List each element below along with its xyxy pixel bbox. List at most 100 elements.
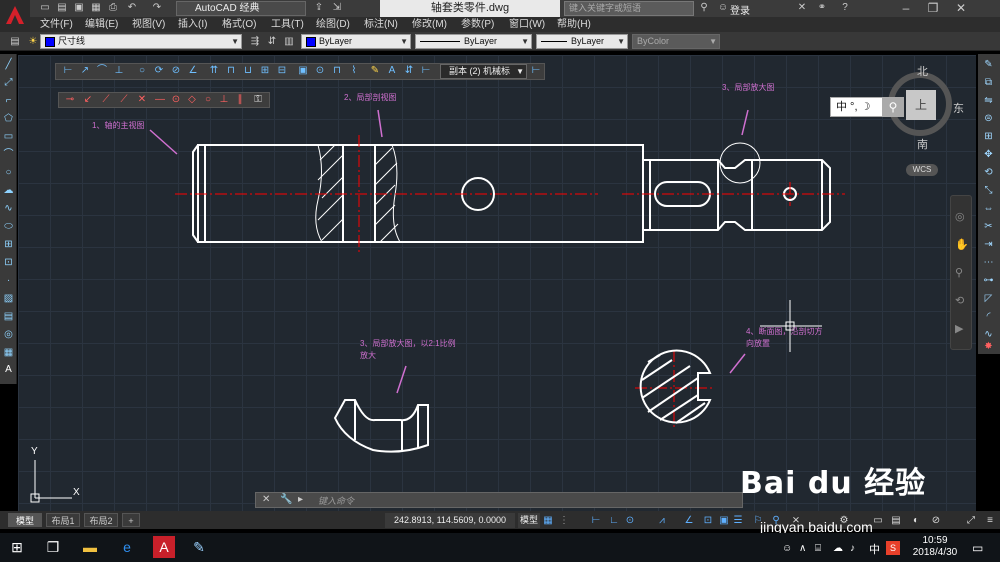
dim-space-icon[interactable]: ⊞	[259, 65, 271, 77]
showmotion-icon[interactable]: ▶	[955, 322, 967, 335]
compass-south[interactable]: 南	[917, 136, 928, 152]
pan-icon[interactable]: ✋	[955, 238, 969, 251]
file-explorer-icon[interactable]: ▬	[79, 536, 101, 558]
snap-center-icon[interactable]: ⊙	[170, 94, 182, 106]
arc-length-icon[interactable]: ⌒	[96, 65, 108, 77]
osnap-icon[interactable]: ⊡	[702, 514, 714, 527]
system-clock[interactable]: 10:59 2018/4/30	[905, 535, 965, 559]
snap-tangent-icon[interactable]: ○	[202, 94, 214, 106]
center-mark-icon[interactable]: ⊙	[314, 65, 326, 77]
dim-text-edit-icon[interactable]: A	[386, 65, 398, 77]
mtext-icon[interactable]: A	[2, 363, 15, 376]
spline-icon[interactable]: ∿	[2, 202, 15, 215]
mirror-icon[interactable]: ⇋	[982, 94, 995, 107]
quick-dim-icon[interactable]: ⇈	[208, 65, 220, 77]
customization-icon[interactable]: ≡	[984, 514, 996, 527]
notification-icon[interactable]: ▭	[972, 541, 983, 555]
tab-layout2[interactable]: 布局2	[84, 513, 118, 527]
snap-quadrant-icon[interactable]: ◇	[186, 94, 198, 106]
rotate-icon[interactable]: ⟲	[982, 166, 995, 179]
make-block-icon[interactable]: ⊡	[2, 256, 15, 269]
compass-east[interactable]: 东	[953, 100, 964, 116]
table-icon[interactable]: ▦	[2, 346, 15, 359]
snap-extension-icon[interactable]: —	[154, 94, 166, 106]
construction-line-icon[interactable]: ⤢	[2, 76, 15, 89]
lineweight-toggle-icon[interactable]: ▣	[718, 514, 730, 527]
steering-wheel-icon[interactable]: ◎	[955, 210, 967, 223]
polygon-icon[interactable]: ⬠	[2, 112, 15, 125]
extend-icon[interactable]: ⇥	[982, 238, 995, 251]
angular-dim-icon[interactable]: ∠	[187, 65, 199, 77]
snap-from-icon[interactable]: ↙	[82, 94, 94, 106]
scale-icon[interactable]: ⤡	[982, 184, 995, 197]
orbit-icon[interactable]: ⟲	[955, 294, 967, 307]
jogged-dim-icon[interactable]: ⟳	[153, 65, 165, 77]
infer-constraints-icon[interactable]: ⊢	[590, 514, 602, 527]
grid-icon[interactable]: ▦	[542, 514, 554, 527]
move-icon[interactable]: ✥	[982, 148, 995, 161]
snap-intersection-icon[interactable]: ✕	[136, 94, 148, 106]
ordinate-icon[interactable]: ⊥	[113, 65, 125, 77]
insert-block-icon[interactable]: ⊞	[2, 238, 15, 251]
wcs-menu[interactable]: WCS	[906, 164, 938, 176]
edge-browser-icon[interactable]: e	[116, 536, 138, 558]
task-view-icon[interactable]: ❐	[42, 536, 64, 558]
fillet-icon[interactable]: ◜	[982, 310, 995, 323]
viewcube-top-face[interactable]: 上	[906, 90, 936, 120]
osnap-tracking-icon[interactable]: ∠	[683, 514, 695, 527]
rectangle-icon[interactable]: ▭	[2, 130, 15, 143]
join-icon[interactable]: ⊶	[982, 274, 995, 287]
isodraft-icon[interactable]: ⩘	[656, 514, 668, 527]
close-command-icon[interactable]: ✕	[262, 494, 270, 505]
tolerance-icon[interactable]: ▣	[297, 65, 309, 77]
autocad-taskbar-icon[interactable]: A	[153, 536, 175, 558]
offset-icon[interactable]: ⊜	[982, 112, 995, 125]
line-icon[interactable]: ╱	[2, 58, 15, 71]
snap-midpoint-icon[interactable]: ⟋	[118, 94, 130, 106]
baseline-dim-icon[interactable]: ⊓	[225, 65, 237, 77]
volume-icon[interactable]: ♪	[850, 543, 855, 554]
zoom-icon[interactable]: ⚲	[955, 266, 967, 279]
windows-start-icon[interactable]: ⊞	[6, 536, 28, 558]
paint-icon[interactable]: ✎	[188, 536, 210, 558]
tab-layout1[interactable]: 布局1	[46, 513, 80, 527]
dim-style-icon[interactable]: ⊢	[420, 65, 432, 77]
model-space-button[interactable]: 模型	[518, 513, 540, 528]
polyline-icon[interactable]: ⌐	[2, 94, 15, 107]
stretch-icon[interactable]: ⇔	[982, 202, 995, 215]
tab-add[interactable]: +	[122, 513, 140, 527]
dim-update-icon[interactable]: ⇵	[403, 65, 415, 77]
ime-tray-label[interactable]: 中	[869, 541, 880, 557]
coordinate-readout[interactable]: 242.8913, 114.5609, 0.0000	[385, 513, 515, 528]
snap-endpoint-icon[interactable]: ⟋	[100, 94, 112, 106]
inspection-icon[interactable]: ⊓	[331, 65, 343, 77]
snap-settings-icon[interactable]: ⚿	[252, 94, 264, 106]
compass-north[interactable]: 北	[917, 63, 928, 79]
erase-icon[interactable]: ✎	[982, 58, 995, 71]
trim-icon[interactable]: ✂	[982, 220, 995, 233]
tray-expand-icon[interactable]: ∧	[799, 543, 806, 554]
aligned-dim-icon[interactable]: ↗	[79, 65, 91, 77]
arc-icon[interactable]: ⌒	[2, 148, 15, 161]
clean-screen-icon[interactable]: ⤢	[965, 514, 977, 527]
revision-cloud-icon[interactable]: ☁	[2, 184, 15, 197]
command-input[interactable]: 键入命令	[318, 494, 354, 507]
diameter-dim-icon[interactable]: ⊘	[170, 65, 182, 77]
snap-mode-icon[interactable]: ⋮	[558, 514, 570, 527]
snap-perpendicular-icon[interactable]: ⊥	[218, 94, 230, 106]
tab-model[interactable]: 模型	[8, 513, 42, 527]
customize-icon[interactable]: 🔧	[280, 494, 292, 505]
radius-dim-icon[interactable]: ○	[136, 65, 148, 77]
polar-icon[interactable]: ⊙	[624, 514, 636, 527]
linear-dim-icon[interactable]: ⊢	[62, 65, 74, 77]
snap-parallel-icon[interactable]: ∥	[234, 94, 246, 106]
temp-track-icon[interactable]: ⊸	[64, 94, 76, 106]
onedrive-icon[interactable]: ☁	[833, 543, 843, 554]
network-icon[interactable]: ⌸	[815, 543, 821, 554]
copy-icon[interactable]: ⧉	[982, 76, 995, 89]
point-icon[interactable]: ∙	[2, 274, 15, 287]
jogged-linear-icon[interactable]: ⌇	[348, 65, 360, 77]
dim-style-select[interactable]: 副本 (2) 机械标 ▼	[440, 64, 527, 79]
sogou-icon[interactable]: S	[886, 541, 900, 555]
command-prompt-icon[interactable]: ▸	[298, 494, 303, 505]
